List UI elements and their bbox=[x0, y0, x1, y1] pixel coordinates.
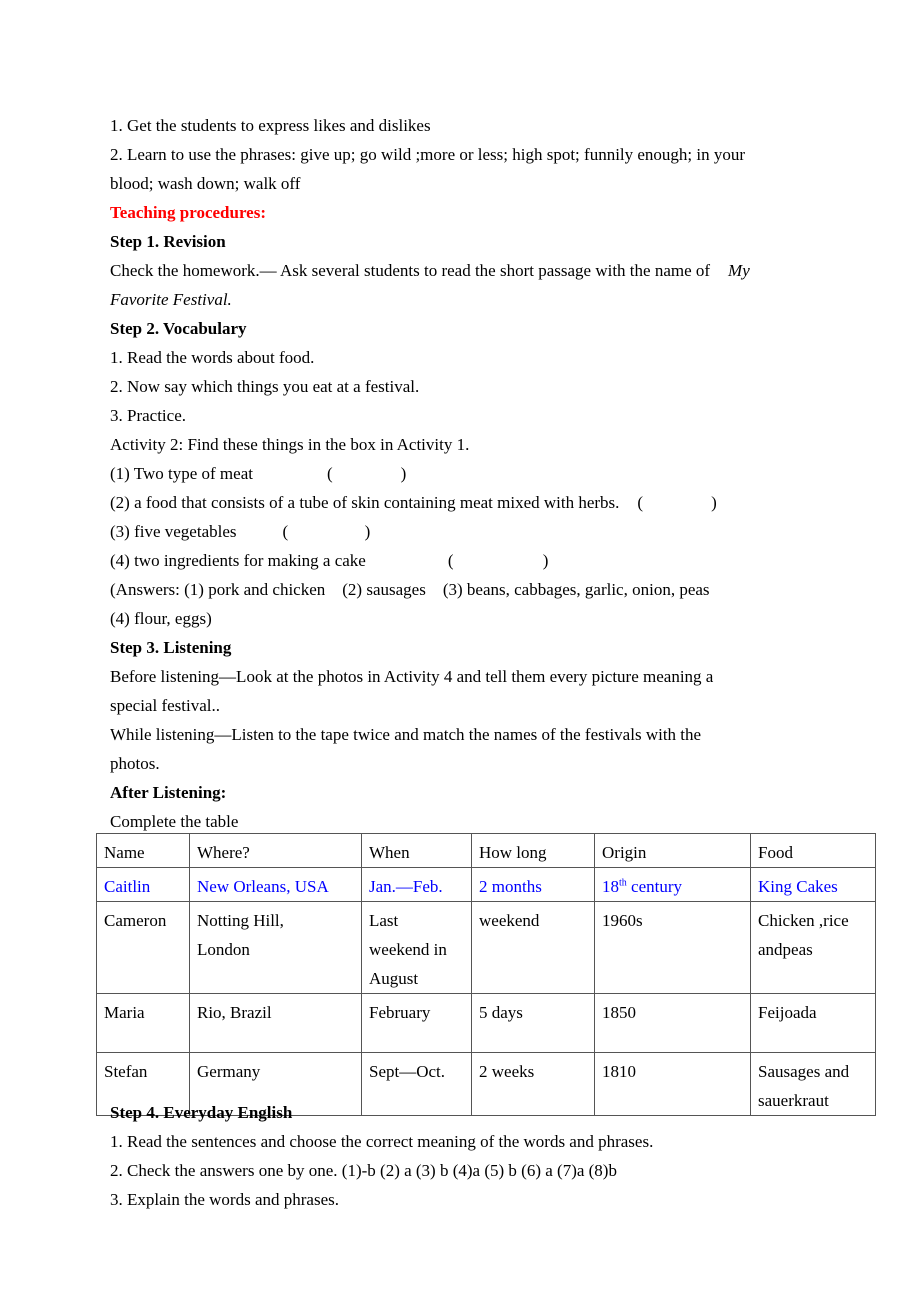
table-row: Cameron Notting Hill, London Last weekend … bbox=[96, 901, 876, 994]
answers-line-2: (4) flour, eggs) bbox=[110, 609, 212, 628]
origin-unit: century bbox=[626, 877, 683, 896]
cell-food-line: Chicken ,rice bbox=[758, 911, 849, 930]
cell-when: Last weekend in August bbox=[361, 901, 472, 994]
passage-title-part1: My bbox=[728, 261, 750, 280]
header-how-long: How long bbox=[471, 833, 595, 868]
step1-heading: Step 1. Revision bbox=[110, 232, 226, 251]
while-listening-1: While listening—Listen to the tape twice… bbox=[110, 725, 702, 744]
question-2: (2) a food that consists of a tube of sk… bbox=[110, 488, 830, 517]
question-1: (1) Two type of meat ( ) bbox=[110, 459, 830, 488]
cell-origin: 1850 bbox=[594, 993, 751, 1053]
question-1-blank: ( ) bbox=[326, 464, 407, 483]
table-row: Maria Rio, Brazil February 5 days 1850 F… bbox=[96, 993, 876, 1053]
step4-heading: Step 4. Everyday English bbox=[110, 1103, 293, 1122]
step1-text-main: Check the homework.— Ask several student… bbox=[110, 261, 711, 280]
cell-how-long: 2 months bbox=[471, 867, 595, 902]
step1-text: Check the homework.— Ask several student… bbox=[110, 256, 830, 285]
step2-heading: Step 2. Vocabulary bbox=[110, 319, 247, 338]
answers-line-1: (Answers: (1) pork and chicken (2) sausa… bbox=[110, 580, 710, 599]
complete-table-instruction: Complete the table bbox=[110, 812, 239, 831]
cell-where: Rio, Brazil bbox=[189, 993, 362, 1053]
cell-origin: 1960s bbox=[594, 901, 751, 994]
cell-food: King Cakes bbox=[750, 867, 876, 902]
table-row-example: Caitlin New Orleans, USA Jan.—Feb. 2 mon… bbox=[96, 867, 876, 902]
step2-item-1: 1. Read the words about food. bbox=[110, 348, 315, 367]
question-2-blank: ( ) bbox=[637, 493, 717, 512]
cell-origin: 18th century bbox=[594, 867, 751, 902]
objective-2: 2. Learn to use the phrases: give up; go… bbox=[110, 145, 746, 164]
question-4-blank: ( ) bbox=[447, 551, 549, 570]
after-listening-heading: After Listening: bbox=[110, 783, 227, 802]
objective-2-cont: blood; wash down; walk off bbox=[110, 174, 301, 193]
cell-where-line: London bbox=[197, 940, 250, 959]
cell-where: Notting Hill, London bbox=[189, 901, 362, 994]
question-4: (4) two ingredients for making a cake ( ) bbox=[110, 546, 830, 575]
before-listening-2: special festival.. bbox=[110, 696, 220, 715]
header-where: Where? bbox=[189, 833, 362, 868]
cell-name: Cameron bbox=[96, 901, 190, 994]
cell-when-line: weekend in bbox=[369, 940, 447, 959]
teaching-procedures-heading: Teaching procedures: bbox=[110, 203, 267, 222]
document-body: 1. Get the students to express likes and… bbox=[110, 111, 830, 836]
question-3-blank: ( ) bbox=[282, 522, 371, 541]
passage-title-part2: Favorite Festival. bbox=[110, 290, 232, 309]
objective-1: 1. Get the students to express likes and… bbox=[110, 116, 431, 135]
question-2-text: (2) a food that consists of a tube of sk… bbox=[110, 493, 620, 512]
step4-item-3: 3. Explain the words and phrases. bbox=[110, 1190, 339, 1209]
header-food: Food bbox=[750, 833, 876, 868]
step3-heading: Step 3. Listening bbox=[110, 638, 232, 657]
cell-how-long: weekend bbox=[471, 901, 595, 994]
header-name: Name bbox=[96, 833, 190, 868]
cell-when: Jan.—Feb. bbox=[361, 867, 472, 902]
step2-item-2: 2. Now say which things you eat at a fes… bbox=[110, 377, 420, 396]
festival-table: Name Where? When How long Origin Food Ca… bbox=[96, 833, 876, 1116]
question-3-text: (3) five vegetables bbox=[110, 522, 237, 541]
origin-ordinal: th bbox=[619, 877, 627, 889]
before-listening-1: Before listening—Look at the photos in A… bbox=[110, 667, 714, 686]
question-1-text: (1) Two type of meat bbox=[110, 464, 253, 483]
cell-food-line: andpeas bbox=[758, 940, 813, 959]
header-when: When bbox=[361, 833, 472, 868]
cell-where-line: Notting Hill, bbox=[197, 911, 284, 930]
activity-2-instruction: Activity 2: Find these things in the box… bbox=[110, 435, 470, 454]
cell-food-line: Sausages and bbox=[758, 1062, 850, 1081]
cell-where: New Orleans, USA bbox=[189, 867, 362, 902]
cell-how-long: 5 days bbox=[471, 993, 595, 1053]
cell-when-line: Last bbox=[369, 911, 399, 930]
question-3: (3) five vegetables ( ) bbox=[110, 517, 830, 546]
header-origin: Origin bbox=[594, 833, 751, 868]
cell-name: Caitlin bbox=[96, 867, 190, 902]
step2-item-3: 3. Practice. bbox=[110, 406, 186, 425]
cell-food: Feijoada bbox=[750, 993, 876, 1053]
while-listening-2: photos. bbox=[110, 754, 160, 773]
cell-name: Maria bbox=[96, 993, 190, 1053]
cell-food: Chicken ,rice andpeas bbox=[750, 901, 876, 994]
step4-item-1: 1. Read the sentences and choose the cor… bbox=[110, 1132, 654, 1151]
step4-item-2: 2. Check the answers one by one. (1)-b (… bbox=[110, 1161, 617, 1180]
origin-number: 18 bbox=[602, 877, 619, 896]
table-header-row: Name Where? When How long Origin Food bbox=[96, 833, 876, 868]
step4-section: Step 4. Everyday English 1. Read the sen… bbox=[110, 1098, 830, 1214]
cell-when: February bbox=[361, 993, 472, 1053]
question-4-text: (4) two ingredients for making a cake bbox=[110, 551, 366, 570]
cell-when-line: August bbox=[369, 969, 419, 988]
